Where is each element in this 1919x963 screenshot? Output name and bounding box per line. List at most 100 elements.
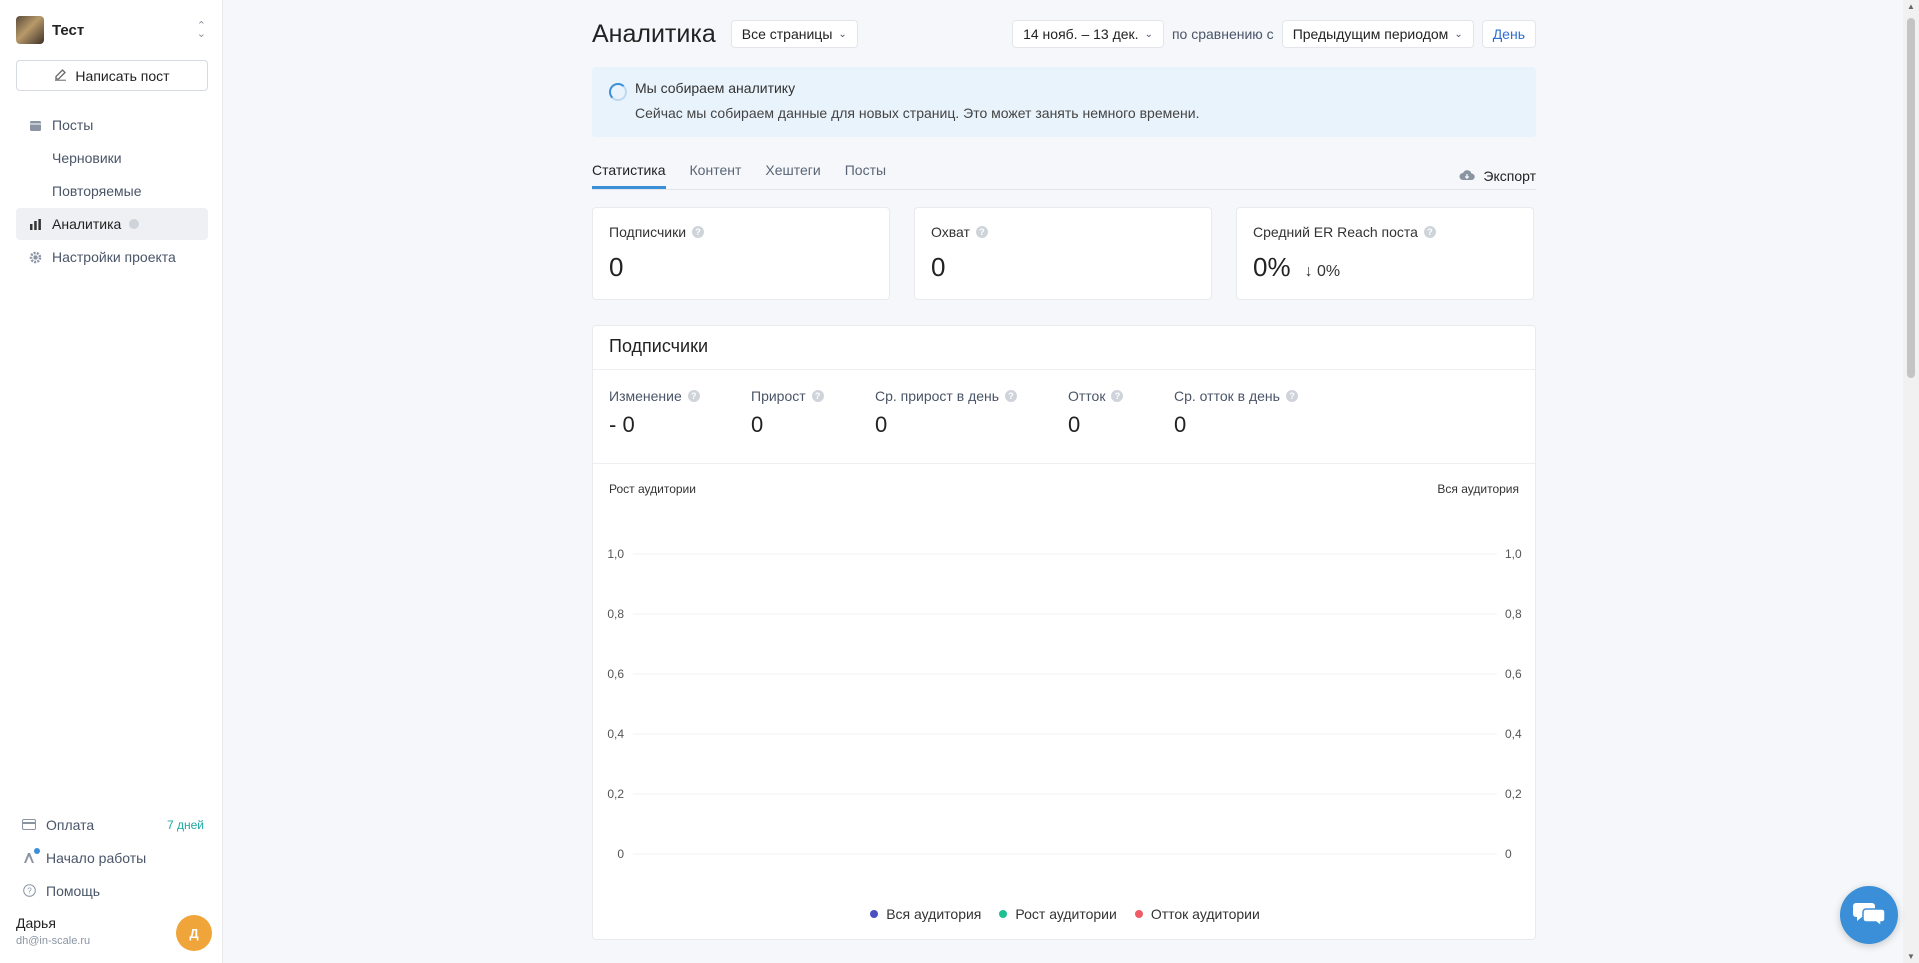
sidebar-item-label: Посты — [52, 117, 94, 133]
notification-dot — [34, 847, 40, 854]
legend-item[interactable]: Рост аудитории — [999, 906, 1117, 922]
legend-item[interactable]: Отток аудитории — [1134, 906, 1260, 922]
project-name: Тест — [52, 21, 85, 39]
sidebar-item-analytics[interactable]: Аналитика — [16, 208, 208, 240]
chart-axis-label-left: Рост аудитории — [609, 482, 696, 496]
stat-change: Изменение? - 0 — [609, 388, 751, 438]
legend-item[interactable]: Вся аудитория — [870, 906, 981, 922]
y-tick-label-right: 1,0 — [1505, 547, 1522, 561]
scrollbar[interactable]: ▲ ▼ — [1903, 0, 1919, 963]
sidebar-item-label: Повторяемые — [52, 183, 142, 199]
summary-cards: Подписчики ? 0 Охват ? 0 Средний ER Reac… — [592, 207, 1536, 300]
help-icon[interactable]: ? — [1111, 390, 1124, 402]
y-tick-label-left: 0 — [617, 847, 624, 861]
sidebar-item-billing[interactable]: Оплата 7 дней — [16, 808, 208, 841]
card-value-text: 0 — [609, 252, 624, 282]
question-circle-icon: ? — [22, 884, 36, 898]
calendar-icon — [28, 118, 42, 132]
y-tick-label-right: 0,8 — [1505, 607, 1522, 621]
chevron-down-icon: ⌄ — [838, 28, 847, 40]
getting-started-label: Начало работы — [46, 849, 147, 866]
svg-text:?: ? — [27, 887, 32, 896]
tab-hashtags[interactable]: Хештеги — [765, 158, 820, 189]
tab-posts[interactable]: Посты — [845, 158, 886, 189]
stat-label: Отток? — [1068, 388, 1174, 404]
legend-dot — [870, 910, 879, 918]
help-icon[interactable]: ? — [1005, 390, 1018, 402]
stat-value: - 0 — [609, 412, 635, 437]
card-label: Охват ? — [931, 224, 1195, 240]
credit-card-icon — [22, 818, 36, 832]
sidebar-item-label: Черновики — [52, 150, 122, 166]
stat-label-text: Ср. отток в день — [1174, 388, 1280, 404]
y-tick-label-left: 0,8 — [607, 607, 624, 621]
help-icon[interactable]: ? — [1285, 390, 1298, 402]
help-icon[interactable]: ? — [811, 390, 824, 402]
page-header: Аналитика Все страницы ⌄ 14 нояб. – 13 д… — [592, 18, 1536, 50]
card-label-text: Охват — [931, 224, 970, 240]
y-tick-label-left: 0,6 — [607, 667, 624, 681]
chat-button[interactable] — [1840, 886, 1898, 944]
stat-avg-churn: Ср. отток в день? 0 — [1174, 388, 1354, 438]
billing-label: Оплата — [46, 816, 95, 833]
analytics-tabs: Статистика Контент Хештеги Посты Экспорт — [592, 158, 1536, 190]
sidebar-item-label: Аналитика — [52, 216, 122, 232]
pages-filter-dropdown[interactable]: Все страницы ⌄ — [730, 20, 858, 48]
chevron-up-down-icon: ⌃ ⌄ — [196, 20, 206, 40]
project-switcher[interactable]: Тест ⌃ ⌄ — [16, 16, 206, 44]
legend-label: Отток аудитории — [1150, 906, 1260, 922]
stat-label-text: Изменение — [609, 388, 682, 404]
write-post-button[interactable]: Написать пост — [16, 60, 208, 91]
help-label: Помощь — [46, 882, 101, 899]
sidebar-item-posts[interactable]: Посты — [16, 109, 208, 141]
avatar[interactable]: Д — [176, 915, 212, 951]
export-button[interactable]: Экспорт — [1459, 158, 1536, 189]
stat-label-text: Отток — [1068, 388, 1106, 404]
sidebar-item-help[interactable]: ? Помощь — [16, 874, 208, 907]
stat-label-text: Прирост — [751, 388, 806, 404]
bar-chart-icon — [28, 217, 42, 231]
sidebar-item-drafts[interactable]: Черновики — [16, 142, 208, 174]
user-profile[interactable]: Дарья dh@in-scale.ru Д — [16, 915, 212, 955]
date-range-value: 14 нояб. – 13 дек. — [1023, 26, 1139, 42]
card-label: Подписчики ? — [609, 224, 873, 240]
sidebar-bottom-nav: Оплата 7 дней Начало работы ? Помощь — [16, 808, 208, 907]
tab-content[interactable]: Контент — [690, 158, 742, 189]
help-icon[interactable]: ? — [687, 390, 700, 402]
edit-icon — [54, 68, 67, 84]
trial-badge: 7 дней — [166, 817, 204, 832]
audience-chart: 0 0 0,2 0,2 0,4 0,4 0,6 0,6 0,8 0,8 1,0 1,0 — [607, 547, 1522, 861]
card-value-text: 0 — [931, 252, 946, 282]
scroll-up-icon[interactable]: ▲ — [1907, 2, 1915, 11]
tab-statistics[interactable]: Статистика — [592, 158, 666, 189]
rocket-icon — [22, 847, 40, 865]
sidebar-item-getting-started[interactable]: Начало работы — [16, 841, 208, 874]
loading-spinner-icon — [609, 83, 627, 101]
stat-growth: Прирост? 0 — [751, 388, 875, 438]
y-tick-label-right: 0,6 — [1505, 667, 1522, 681]
subscribers-panel: Подписчики Изменение? - 0 Прирост? 0 Ср.… — [592, 325, 1536, 940]
compare-period-dropdown[interactable]: Предыдущим периодом ⌄ — [1281, 20, 1474, 48]
help-icon[interactable]: ? — [1423, 226, 1436, 238]
y-tick-label-right: 0 — [1505, 847, 1512, 861]
sidebar-item-recurring[interactable]: Повторяемые — [16, 175, 208, 207]
y-tick-label-right: 0,2 — [1505, 787, 1522, 801]
help-icon[interactable]: ? — [692, 226, 705, 238]
project-avatar — [16, 16, 44, 44]
scroll-thumb[interactable] — [1907, 18, 1915, 378]
stat-label-text: Ср. прирост в день — [875, 388, 1000, 404]
sidebar-item-project-settings[interactable]: Настройки проекта — [16, 241, 208, 273]
chart-axis-label-right: Вся аудитория — [1437, 482, 1519, 496]
status-dot — [129, 219, 140, 229]
granularity-button[interactable]: День — [1481, 20, 1536, 48]
subscribers-stats: Изменение? - 0 Прирост? 0 Ср. прирост в … — [609, 388, 1354, 438]
info-alert: Мы собираем аналитику Сейчас мы собираем… — [592, 67, 1536, 137]
chevron-down-icon: ⌄ — [1454, 28, 1463, 40]
date-range-dropdown[interactable]: 14 нояб. – 13 дек. ⌄ — [1012, 20, 1164, 48]
scroll-down-icon[interactable]: ▼ — [1907, 952, 1915, 961]
y-tick-label-left: 0,4 — [607, 727, 624, 741]
stat-label: Ср. отток в день? — [1174, 388, 1354, 404]
help-icon[interactable]: ? — [975, 226, 988, 238]
stat-label: Прирост? — [751, 388, 875, 404]
alert-title: Мы собираем аналитику — [635, 80, 796, 96]
